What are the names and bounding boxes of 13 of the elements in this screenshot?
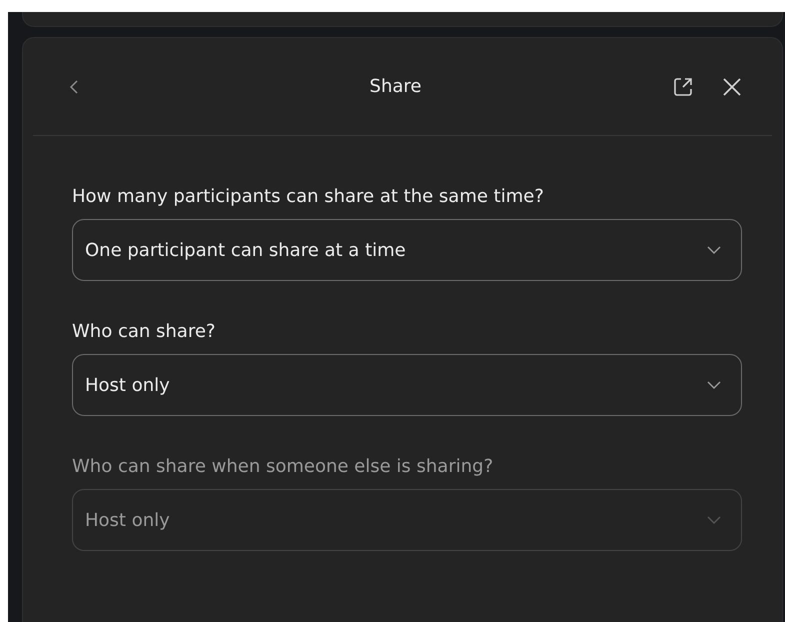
setting-label: How many participants can share at the same time? [72, 186, 545, 207]
dropdown[interactable]: One participant can share at a time [72, 219, 742, 281]
setting-label: Who can share? [72, 321, 216, 342]
dropdown: Host only [72, 489, 742, 551]
dropdown[interactable]: Host only [72, 354, 742, 416]
chevron-down-icon [707, 246, 721, 254]
chevron-down-icon [707, 381, 721, 389]
chevron-down-icon [707, 516, 721, 524]
close-icon[interactable] [722, 76, 742, 96]
pop-out-icon[interactable] [672, 76, 694, 98]
setting-label: Who can share when someone else is sharing? [72, 456, 494, 477]
panel-title: Share [368, 76, 422, 97]
back-icon[interactable] [69, 78, 79, 94]
